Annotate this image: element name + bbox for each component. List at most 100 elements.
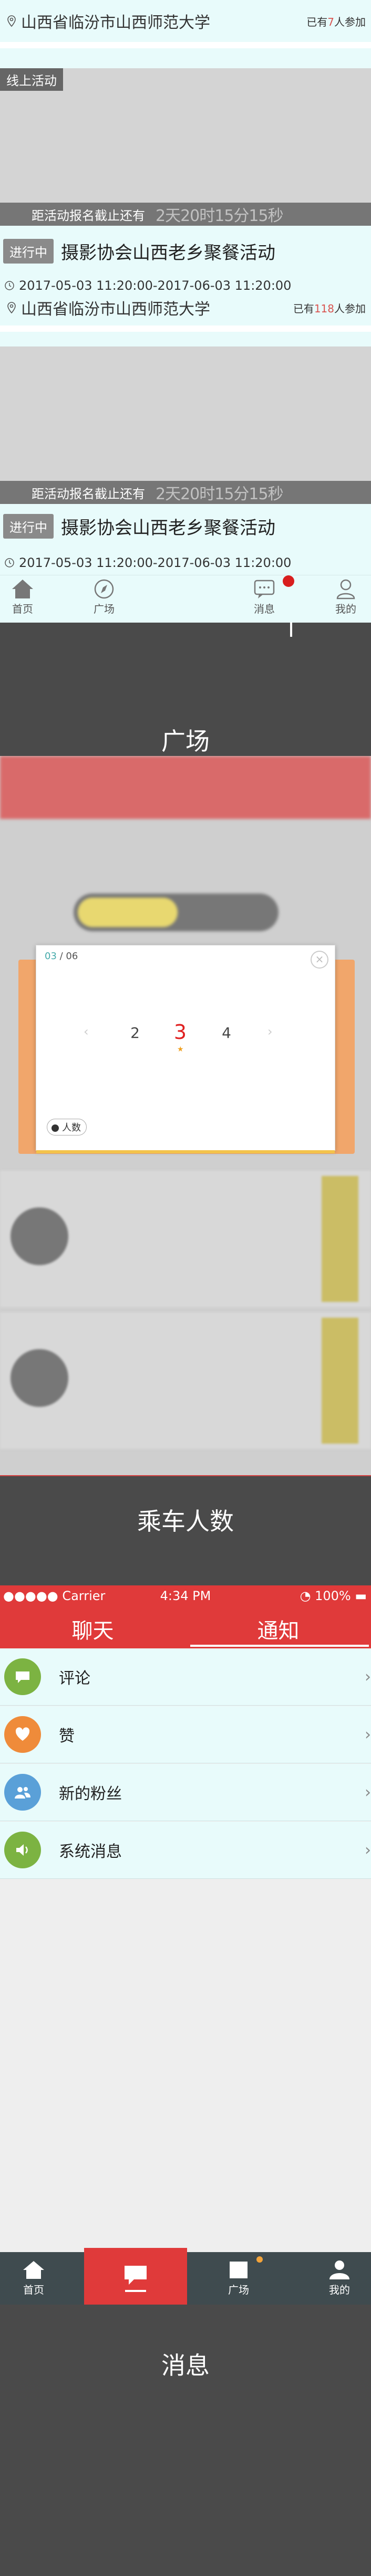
tab-messages[interactable]: [84, 2248, 187, 2305]
status-bar: ●●●●● Carrier 4:34 PM ◔ 100% ▬: [0, 1585, 371, 1606]
event-location-row: 山西省临汾市山西师范大学 已有118人参加: [0, 294, 371, 321]
chevron-right-icon: ›: [365, 1725, 371, 1744]
section-caption: 广场: [161, 727, 210, 755]
tab-mine[interactable]: 我的: [327, 577, 364, 616]
divider-line: [0, 1475, 371, 1476]
status-badge: 进行中: [3, 513, 54, 539]
event-title: 摄影协会山西老乡聚餐活动: [61, 242, 275, 264]
messages-screen: ●●●●● Carrier 4:34 PM ◔ 100% ▬ 聊天 通知 评论 …: [0, 1585, 371, 2305]
event-time-row: 2017-05-03 11:20:00-2017-06-03 11:20:00: [0, 552, 371, 573]
blurred-toggle: [74, 893, 279, 931]
chat-icon: [125, 2266, 147, 2285]
bottom-tab-bar: 首页 广场 消息 我的: [0, 575, 371, 623]
joined-count: 已有118人参加: [293, 302, 366, 315]
clock-icon: [5, 281, 14, 290]
deadline-label: 距活动报名截止还有: [32, 486, 145, 501]
notify-row-fans[interactable]: 新的粉丝 ›: [0, 1764, 371, 1821]
section-caption: 消息: [161, 2351, 210, 2380]
tab-home[interactable]: 首页: [7, 2259, 60, 2297]
notify-row-like[interactable]: 赞 ›: [0, 1706, 371, 1763]
event-location-row: 山西省临汾市山西师范大学 已有7人参加: [0, 0, 371, 42]
chevron-right-icon[interactable]: ›: [267, 1024, 273, 1039]
tab-label: 广场: [228, 2284, 249, 2296]
section-caption: 乘车人数: [137, 1507, 234, 1536]
notify-row-comment[interactable]: 评论 ›: [0, 1648, 371, 1706]
event-banner[interactable]: 距活动报名截止还有 2天20时15分15秒: [0, 346, 371, 504]
chat-icon: [254, 580, 275, 598]
picker-option[interactable]: 4: [216, 1024, 237, 1042]
event-time-range: 2017-05-03 11:20:00-2017-06-03 11:20:00: [19, 555, 292, 570]
tab-label: 首页: [23, 2284, 44, 2296]
unread-badge: [283, 575, 294, 587]
deadline-bar: 距活动报名截止还有 2天20时15分15秒: [0, 481, 371, 504]
location-text: 山西省临汾市山西师范大学: [21, 300, 210, 319]
comment-icon: [4, 1658, 41, 1695]
event-banner[interactable]: 线上活动 距活动报名截止还有 2天20时15分15秒: [0, 68, 371, 226]
deadline-label: 距活动报名截止还有: [32, 208, 145, 223]
notify-row-system[interactable]: 系统消息 ›: [0, 1822, 371, 1879]
tab-label: 首页: [12, 603, 33, 615]
online-activity-tag: 线上活动: [0, 68, 63, 91]
bottom-tab-bar: 首页 广场 我的: [0, 2248, 371, 2305]
feed-screen: 山西省临汾市山西师范大学 已有7人参加 线上活动 距活动报名截止还有 2天20时…: [0, 0, 371, 623]
tab-square[interactable]: 广场: [212, 2259, 265, 2297]
tab-square[interactable]: 广场: [86, 577, 122, 616]
event-time-row: 2017-05-03 11:20:00-2017-06-03 11:20:00: [0, 275, 371, 296]
popup-bottom-line: [36, 1150, 335, 1153]
selected-star-icon: ★: [177, 1045, 184, 1054]
battery-label: ◔ 100% ▬: [300, 1589, 367, 1603]
user-icon: [329, 2260, 349, 2279]
tab-label: 消息: [254, 603, 275, 615]
tab-chat[interactable]: 聊天: [0, 1614, 186, 1644]
chevron-right-icon: ›: [365, 1841, 371, 1859]
chevron-left-icon[interactable]: ‹: [84, 1024, 89, 1039]
home-icon: [23, 2261, 44, 2279]
compass-icon: [94, 579, 114, 599]
deadline-countdown: 2天20时15分15秒: [156, 207, 284, 225]
row-label: 评论: [59, 1669, 90, 1688]
location-pin-icon: [7, 302, 16, 314]
messages-tab-header: 聊天 通知: [0, 1606, 371, 1648]
tab-label: 我的: [335, 603, 356, 615]
tab-notify[interactable]: 通知: [186, 1614, 371, 1644]
tab-label: 我的: [329, 2284, 350, 2296]
picker-option[interactable]: 2: [125, 1024, 146, 1042]
row-label: 新的粉丝: [59, 1785, 122, 1803]
deadline-countdown: 2天20时15分15秒: [156, 485, 284, 503]
event-title: 摄影协会山西老乡聚餐活动: [61, 517, 275, 539]
dot-icon: [51, 1124, 59, 1132]
location-text: 山西省临汾市山西师范大学: [21, 14, 210, 32]
unread-dot: [256, 2256, 263, 2263]
divider: [0, 42, 371, 48]
page-indicator: 03 / 06: [45, 951, 78, 962]
status-badge: 进行中: [3, 238, 54, 264]
people-label-chip: 人数: [47, 1119, 87, 1135]
picker-option-selected[interactable]: 3: [170, 1021, 191, 1044]
blurred-card: [0, 1171, 371, 1307]
location-pin-icon: [7, 15, 16, 27]
home-icon: [12, 580, 33, 598]
tab-mine[interactable]: 我的: [313, 2259, 366, 2297]
divider: [0, 325, 371, 332]
row-label: 赞: [59, 1727, 75, 1746]
event-title-row[interactable]: 进行中 摄影协会山西老乡聚餐活动: [0, 509, 371, 543]
tab-label: 广场: [94, 603, 115, 615]
tab-messages[interactable]: 消息: [246, 577, 283, 616]
active-tab-underline: [190, 1645, 369, 1647]
blurred-header: [0, 756, 371, 819]
event-time-range: 2017-05-03 11:20:00-2017-06-03 11:20:00: [19, 278, 292, 293]
clock-icon: [5, 558, 14, 567]
close-icon[interactable]: ×: [311, 951, 328, 969]
chevron-right-icon: ›: [365, 1783, 371, 1802]
users-icon: [4, 1774, 41, 1811]
user-icon: [336, 579, 355, 600]
joined-count: 已有7人参加: [306, 15, 366, 28]
row-label: 系统消息: [59, 1843, 122, 1861]
passenger-count-picker: 03 / 06 × ‹ 2 3 ★ 4 › 人数: [36, 945, 335, 1153]
speaker-icon: [4, 1832, 41, 1868]
chevron-right-icon: ›: [365, 1667, 371, 1686]
blurred-card: [0, 1312, 371, 1449]
heart-icon: [4, 1716, 41, 1753]
event-title-row[interactable]: 进行中 摄影协会山西老乡聚餐活动: [0, 234, 371, 268]
tab-home[interactable]: 首页: [4, 577, 41, 616]
